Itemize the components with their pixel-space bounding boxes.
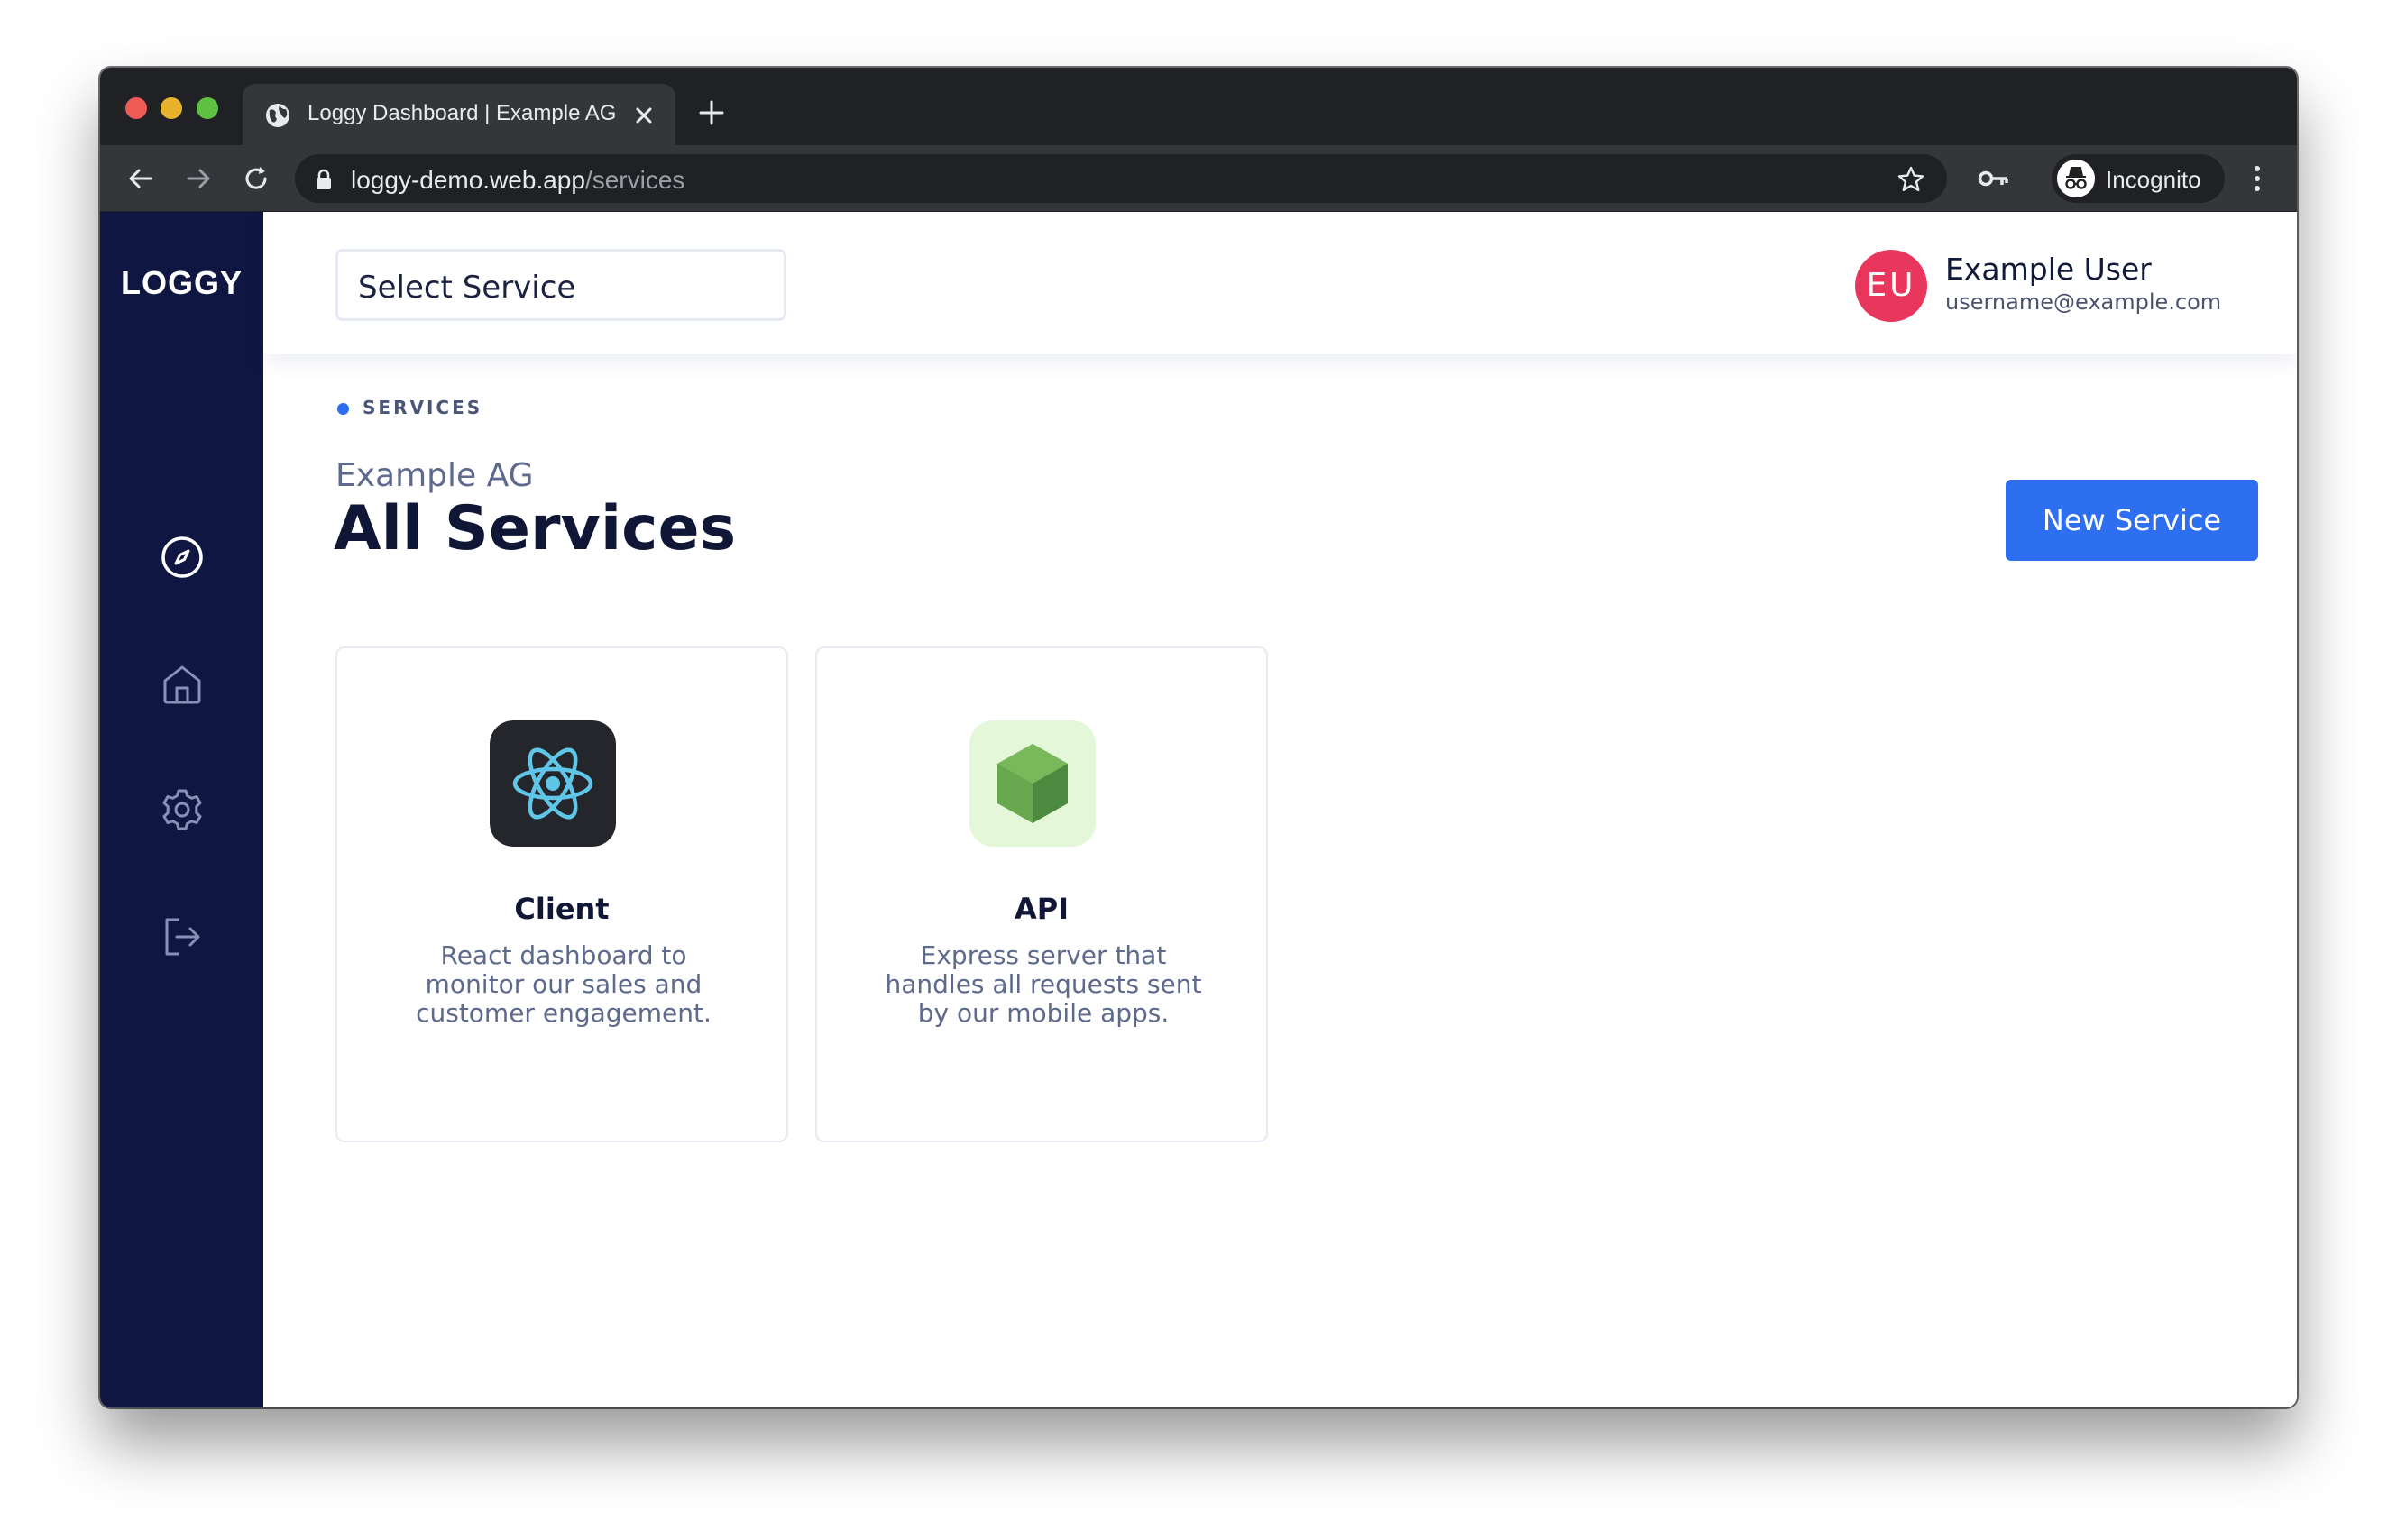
compass-icon[interactable] [159,534,206,581]
avatar[interactable]: EU [1855,250,1927,322]
url-host: loggy-demo.web.app [351,166,585,194]
breadcrumb: SERVICES [363,397,483,418]
gear-icon[interactable] [159,786,206,833]
service-description: Express server that handles all requests… [885,940,1202,1028]
bookmark-star-icon[interactable] [1896,165,1925,194]
main-content: Select Service EU Example User username@… [263,212,2297,1407]
globe-icon [266,104,289,127]
service-select-value: Select Service [358,270,576,306]
url-path: /services [584,166,685,194]
browser-tab[interactable]: Loggy Dashboard | Example AG [243,84,675,145]
service-card-client[interactable]: Client React dashboard to monitor our sa… [335,646,788,1142]
key-icon[interactable] [1978,165,2008,192]
service-name: Client [514,892,610,926]
back-arrow-icon[interactable] [125,163,156,194]
forward-arrow-icon[interactable] [183,163,214,194]
top-bar: Select Service EU Example User username@… [263,212,2297,354]
react-icon [490,720,616,847]
logout-icon[interactable] [159,913,206,960]
new-service-button[interactable]: New Service [2006,480,2258,561]
browser-window: Loggy Dashboard | Example AG loggy-demo.… [100,68,2297,1407]
address-bar[interactable]: loggy-demo.web.app/services [295,154,1947,203]
incognito-icon [2057,160,2095,197]
more-menu-icon[interactable] [2248,161,2266,196]
service-select[interactable]: Select Service [335,249,786,321]
home-icon[interactable] [159,661,206,708]
nodejs-icon [969,720,1096,847]
service-name: API [1014,892,1070,926]
new-tab-icon[interactable] [698,99,725,126]
user-name: Example User [1945,252,2152,287]
reload-icon[interactable] [241,163,271,194]
incognito-profile-button[interactable]: Incognito [2052,154,2225,203]
close-tab-icon[interactable] [632,104,656,127]
url-text: loggy-demo.web.app/services [351,166,684,195]
sidebar: LOGGY [100,212,263,1407]
user-email: username@example.com [1945,289,2222,315]
lock-icon [317,169,331,189]
service-card-api[interactable]: API Express server that handles all requ… [815,646,1268,1142]
service-description: React dashboard to monitor our sales and… [416,940,712,1028]
organization-name: Example AG [335,457,534,494]
maximize-window-button[interactable] [197,97,218,119]
breadcrumb-dot [337,403,349,415]
close-window-button[interactable] [125,97,147,119]
tab-title: Loggy Dashboard | Example AG [308,101,617,125]
app-logo[interactable]: LOGGY [100,264,263,302]
browser-titlebar: Loggy Dashboard | Example AG [100,68,2297,145]
minimize-window-button[interactable] [161,97,182,119]
incognito-label: Incognito [2106,166,2201,193]
browser-toolbar: loggy-demo.web.app/services Incognito [100,145,2297,212]
app: LOGGY Select Service EU Example User use… [100,212,2297,1407]
page-title: All Services [334,493,737,564]
